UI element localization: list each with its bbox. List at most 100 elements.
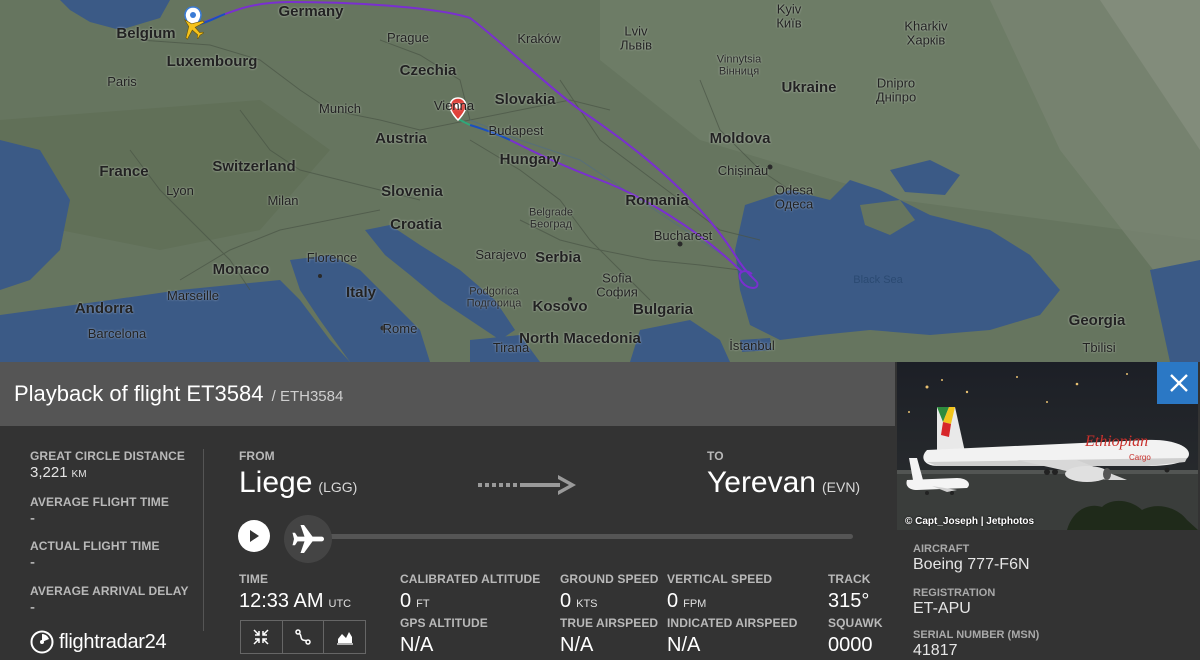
map-label-country: Romania	[625, 192, 689, 210]
aircraft-type-value: Boeing 777-F6N	[913, 556, 1030, 573]
callsign: / ETH3584	[271, 388, 344, 405]
map-label-city: Munich	[319, 101, 361, 117]
ground-speed-label: GROUND SPEED	[560, 572, 659, 586]
average-arrival-delay-value: -	[30, 599, 35, 616]
map-label-city: Prague	[387, 30, 429, 46]
map-label-country: Kosovo	[532, 298, 588, 316]
true-airspeed-label: TRUE AIRSPEED	[560, 616, 659, 630]
gps-altitude-label: GPS ALTITUDE	[400, 616, 488, 630]
map-label-city: Milan	[267, 193, 299, 209]
map-label-country: Slovakia	[494, 91, 556, 109]
aircraft-photo[interactable]: Ethiopian Cargo © Capt_Joseph | Jetphoto…	[897, 362, 1198, 530]
map-label-city: Sarajevo	[475, 247, 527, 263]
play-icon	[250, 530, 259, 542]
map-label-country: Belgium	[116, 25, 176, 43]
route-arrow-icon	[478, 475, 576, 495]
registration-label: REGISTRATION	[913, 587, 996, 599]
map-label-city: Paris	[107, 74, 137, 90]
map-label-country: Slovenia	[381, 183, 443, 201]
indicated-airspeed-value: N/A	[667, 634, 701, 656]
true-airspeed-value: N/A	[560, 634, 594, 656]
indicated-airspeed-label: INDICATED AIRSPEED	[667, 616, 798, 630]
route-icon	[295, 629, 311, 645]
actual-flight-time-value: -	[30, 554, 35, 571]
map-label-city: Dnipro Дніпро	[875, 75, 917, 104]
view-toggle-group	[240, 620, 367, 654]
map-label-city: Budapest	[488, 123, 544, 139]
squawk-label: SQUAWK	[828, 616, 883, 630]
playback-timeline[interactable]	[310, 534, 853, 539]
map-label-country: Switzerland	[212, 158, 296, 176]
map-label-city: Podgorica Подгорица	[466, 285, 522, 309]
playback-screen: Germany Belgium Luxembourg Czechia Slova…	[0, 0, 1200, 660]
play-button[interactable]	[238, 520, 270, 552]
map-label-country: Serbia	[535, 249, 581, 267]
collapse-view-button[interactable]	[240, 620, 283, 654]
calibrated-altitude-value: 0 FT	[400, 590, 430, 612]
aircraft-photo-image: Ethiopian Cargo	[897, 362, 1198, 530]
map-label-city: Vienna	[433, 98, 475, 114]
brand-name: flightradar24	[59, 630, 167, 653]
map-label-city: Kraków	[517, 31, 561, 47]
flightradar24-logo[interactable]: flightradar24	[30, 630, 167, 654]
map-label-country: Monaco	[212, 261, 270, 279]
to-label: TO	[707, 449, 724, 463]
map-label-city: Marseille	[166, 288, 220, 304]
map-label-country: Austria	[375, 130, 427, 148]
aircraft-info-panel: Ethiopian Cargo © Capt_Joseph | Jetphoto…	[895, 362, 1200, 660]
map-label-city: Lyon	[166, 183, 194, 199]
livery-subtext: Cargo	[1129, 453, 1151, 462]
route-view-button[interactable]	[282, 620, 325, 654]
gps-altitude-value: N/A	[400, 634, 434, 656]
map-label-country: Moldova	[709, 130, 771, 148]
flight-map[interactable]: Germany Belgium Luxembourg Czechia Slova…	[0, 0, 1200, 362]
livery-text: Ethiopian	[1084, 433, 1148, 450]
map-label-city: Belgrade Београд	[528, 206, 574, 230]
close-icon	[1169, 374, 1188, 392]
map-label-city: Bucharest	[653, 228, 713, 244]
serial-number-label: SERIAL NUMBER (MSN)	[913, 629, 1040, 641]
map-label-city: Chișinău	[717, 163, 769, 179]
map-label-country: Hungary	[499, 151, 561, 169]
calibrated-altitude-label: CALIBRATED ALTITUDE	[400, 572, 541, 586]
map-label-city: Florence	[306, 250, 358, 266]
average-arrival-delay-label: AVERAGE ARRIVAL DELAY	[30, 584, 189, 598]
close-button[interactable]	[1157, 362, 1198, 404]
map-label-city: Odesa Одеса	[774, 182, 814, 211]
map-label-country: Andorra	[74, 300, 134, 318]
track-value: 315°	[828, 590, 870, 612]
destination-airport[interactable]: Yerevan (EVN)	[707, 466, 860, 500]
photo-credit[interactable]: © Capt_Joseph | Jetphotos	[905, 516, 1034, 527]
map-label-city: Tirana	[492, 340, 530, 356]
collapse-icon	[253, 629, 269, 645]
page-title: Playback of flight ET3584 / ETH3584	[14, 381, 344, 406]
map-label-city: İstanbul	[729, 338, 775, 354]
from-label: FROM	[239, 449, 275, 463]
map-label-country: Italy	[345, 284, 377, 302]
map-label-city: Rome	[382, 321, 418, 337]
playback-slider-handle[interactable]	[284, 515, 332, 563]
great-circle-distance-value: 3,221 KM	[30, 464, 87, 481]
great-circle-distance-label: GREAT CIRCLE DISTANCE	[30, 449, 185, 463]
map-label-country: Germany	[278, 3, 344, 21]
map-label-city: Sofia София	[596, 270, 638, 299]
map-label-city: Tbilisi	[1082, 340, 1116, 356]
average-flight-time-label: AVERAGE FLIGHT TIME	[30, 495, 170, 509]
radar-icon	[30, 630, 54, 654]
chart-view-button[interactable]	[324, 620, 367, 654]
map-label-sea: Black Sea	[853, 274, 903, 287]
serial-number-value: 41817	[913, 642, 958, 659]
aircraft-label: AIRCRAFT	[913, 543, 970, 555]
airplane-icon	[292, 525, 324, 553]
map-label-city: Vinnytsia Вінниця	[716, 53, 762, 77]
vertical-speed-value: 0 FPM	[667, 590, 707, 612]
divider	[203, 449, 204, 631]
playback-panel: Playback of flight ET3584 / ETH3584 GREA…	[0, 362, 895, 660]
map-label-country: Ukraine	[781, 79, 837, 97]
time-value: 12:33 AM UTC	[239, 590, 352, 612]
ground-speed-value: 0 KTS	[560, 590, 598, 612]
actual-flight-time-label: ACTUAL FLIGHT TIME	[30, 539, 160, 553]
map-label-country: Czechia	[399, 62, 457, 80]
origin-airport[interactable]: Liege (LGG)	[239, 466, 357, 500]
registration-value[interactable]: ET-APU	[913, 600, 971, 618]
